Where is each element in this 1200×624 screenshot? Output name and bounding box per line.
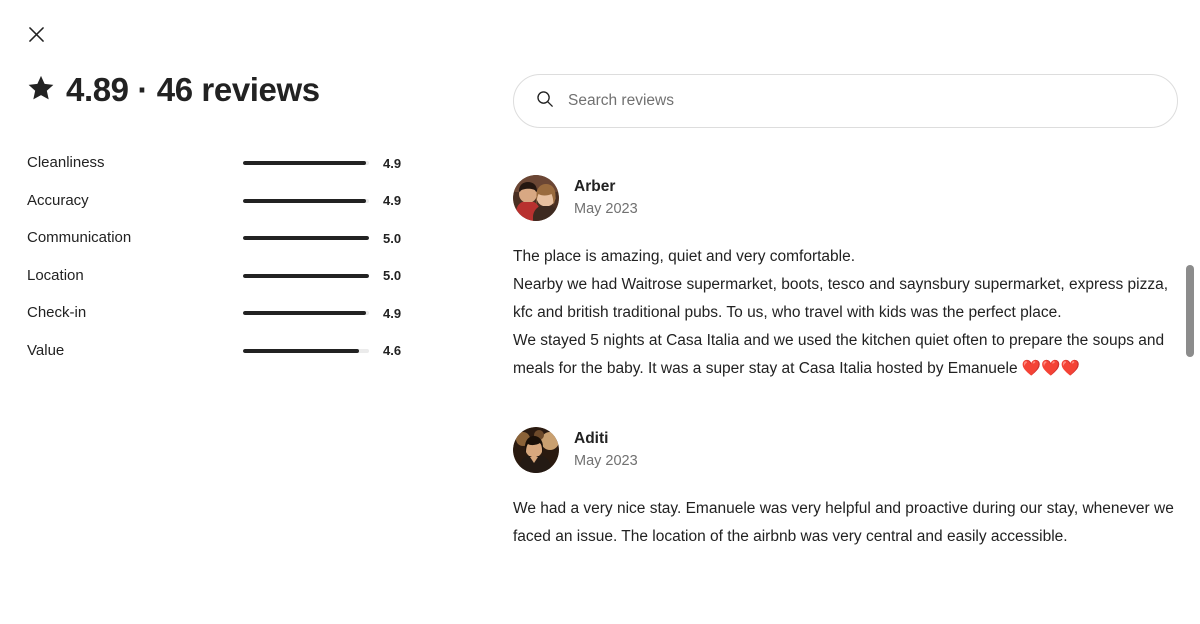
rating-label: Communication	[27, 229, 132, 247]
rating-bar-fill	[243, 236, 369, 241]
reviews-modal: 4.89 · 46 reviews Cleanliness 4.9 Accura…	[0, 0, 1200, 624]
review-text: We had a very nice stay. Emanuele was ve…	[513, 500, 1174, 545]
ratings-panel: 4.89 · 46 reviews Cleanliness 4.9 Accura…	[0, 0, 475, 624]
rating-bar-fill	[243, 311, 367, 316]
review-item: Aditi May 2023 We had a very nice stay. …	[513, 427, 1193, 551]
overall-rating: 4.89 · 46 reviews	[27, 71, 435, 108]
category-ratings-list: Cleanliness 4.9 Accuracy 4.9 Communicati…	[27, 144, 435, 369]
rating-value: 4.6	[383, 343, 402, 359]
reviews-list: Arber May 2023 The place is amazing, qui…	[513, 175, 1193, 551]
rating-bar-track	[243, 236, 369, 241]
rating-bar-fill	[243, 198, 367, 203]
rating-label: Location	[27, 266, 84, 284]
reviews-panel: Arber May 2023 The place is amazing, qui…	[475, 0, 1200, 624]
reviewer-meta: Aditi May 2023	[574, 429, 638, 471]
review-text: The place is amazing, quiet and very com…	[513, 248, 1169, 377]
rating-row-accuracy: Accuracy 4.9	[27, 182, 435, 220]
rating-value: 5.0	[383, 230, 402, 246]
rating-row-check-in: Check-in 4.9	[27, 294, 435, 332]
rating-row-cleanliness: Cleanliness 4.9	[27, 144, 435, 182]
rating-label: Check-in	[27, 304, 87, 322]
rating-value: 4.9	[383, 155, 402, 171]
reviewer-name: Aditi	[574, 430, 609, 447]
rating-value: 5.0	[383, 268, 402, 284]
rating-row-location: Location 5.0	[27, 257, 435, 295]
rating-value: 4.9	[383, 193, 402, 209]
modal-body: 4.89 · 46 reviews Cleanliness 4.9 Accura…	[0, 0, 1200, 624]
rating-label: Accuracy	[27, 191, 89, 209]
rating-label: Value	[27, 341, 65, 359]
scrollbar[interactable]	[1184, 0, 1194, 624]
search-input[interactable]	[568, 75, 1155, 127]
avatar[interactable]	[513, 427, 559, 473]
search-icon	[536, 90, 554, 113]
review-header: Arber May 2023	[513, 175, 1193, 221]
rating-row-value: Value 4.6	[27, 332, 435, 370]
reviewer-name: Arber	[574, 178, 616, 195]
search-box[interactable]	[513, 74, 1178, 128]
review-header: Aditi May 2023	[513, 427, 1193, 473]
rating-bar-track	[243, 273, 369, 278]
rating-bar-fill	[243, 348, 359, 353]
search-reviews	[513, 74, 1178, 128]
avatar[interactable]	[513, 175, 559, 221]
scrollbar-thumb[interactable]	[1186, 265, 1194, 357]
review-date: May 2023	[574, 201, 638, 217]
star-icon	[27, 74, 55, 107]
rating-bar-track	[243, 311, 369, 316]
rating-bar-track	[243, 161, 369, 166]
rating-bar-track	[243, 198, 369, 203]
review-date: May 2023	[574, 453, 638, 469]
page-title: 4.89 · 46 reviews	[66, 71, 320, 108]
rating-bar-fill	[243, 161, 367, 166]
rating-row-communication: Communication 5.0	[27, 219, 435, 257]
rating-value: 4.9	[383, 305, 402, 321]
rating-label: Cleanliness	[27, 154, 105, 172]
rating-bar-track	[243, 348, 369, 353]
reviewer-meta: Arber May 2023	[574, 177, 638, 219]
review-item: Arber May 2023 The place is amazing, qui…	[513, 175, 1193, 383]
rating-bar-fill	[243, 273, 369, 278]
